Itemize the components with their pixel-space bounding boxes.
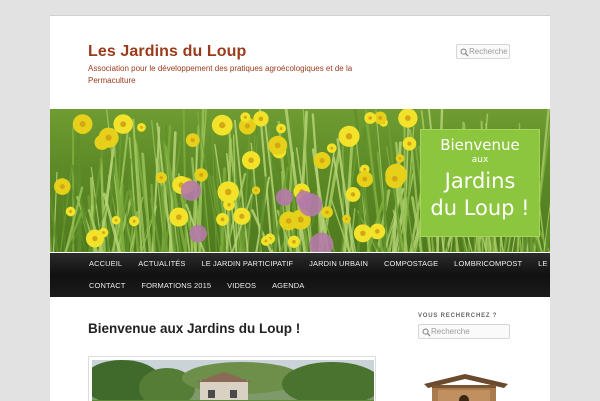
search-icon: [422, 328, 431, 337]
sidebar-birdhouse-image: [418, 372, 512, 401]
site-description: Association pour le développement des pr…: [88, 63, 378, 87]
nav-item-jardin-urbain[interactable]: JARDIN URBAIN: [301, 253, 376, 275]
nav-item-actualites[interactable]: ACTUALITÉS: [130, 253, 193, 275]
nav-item-compostage[interactable]: COMPOSTAGE: [376, 253, 446, 275]
search-icon: [460, 48, 469, 57]
page-container: Les Jardins du Loup Association pour le …: [50, 15, 550, 401]
main-navigation: ACCUEIL ACTUALITÉS LE JARDIN PARTICIPATI…: [50, 253, 550, 297]
nav-item-le-lieu[interactable]: LE LIEU: [530, 253, 550, 275]
welcome-sign-line2: aux: [421, 155, 539, 165]
nav-row-secondary: CONTACT FORMATIONS 2015 VIDEOS AGENDA: [81, 275, 312, 297]
welcome-sign-line4: du Loup !: [421, 196, 539, 220]
sidebar-search-widget-title: VOUS RECHERCHEZ ?: [418, 313, 497, 319]
garden-photo: [92, 360, 374, 401]
sidebar-search-input[interactable]: [431, 325, 507, 338]
nav-item-agenda[interactable]: AGENDA: [264, 275, 312, 297]
nav-item-formations-2015[interactable]: FORMATIONS 2015: [133, 275, 219, 297]
post-title[interactable]: Bienvenue aux Jardins du Loup !: [88, 321, 300, 336]
nav-item-jardin-participatif[interactable]: LE JARDIN PARTICIPATIF: [193, 253, 301, 275]
welcome-sign: Bienvenue aux Jardins du Loup !: [420, 129, 540, 237]
header-search-input[interactable]: [469, 45, 507, 58]
nav-item-contact[interactable]: CONTACT: [81, 275, 133, 297]
nav-row-primary: ACCUEIL ACTUALITÉS LE JARDIN PARTICIPATI…: [81, 253, 550, 275]
header-search-form[interactable]: [456, 44, 510, 59]
nav-item-accueil[interactable]: ACCUEIL: [81, 253, 130, 275]
site-title[interactable]: Les Jardins du Loup: [88, 43, 246, 61]
nav-item-videos[interactable]: VIDEOS: [219, 275, 264, 297]
post-featured-image: [88, 356, 376, 401]
welcome-sign-line3: Jardins: [421, 169, 539, 193]
sidebar-search-form[interactable]: [418, 324, 510, 339]
header-banner-image: Bienvenue aux Jardins du Loup !: [50, 109, 550, 252]
welcome-sign-line1: Bienvenue: [421, 136, 539, 154]
nav-item-lombricompost[interactable]: LOMBRICOMPOST: [446, 253, 530, 275]
